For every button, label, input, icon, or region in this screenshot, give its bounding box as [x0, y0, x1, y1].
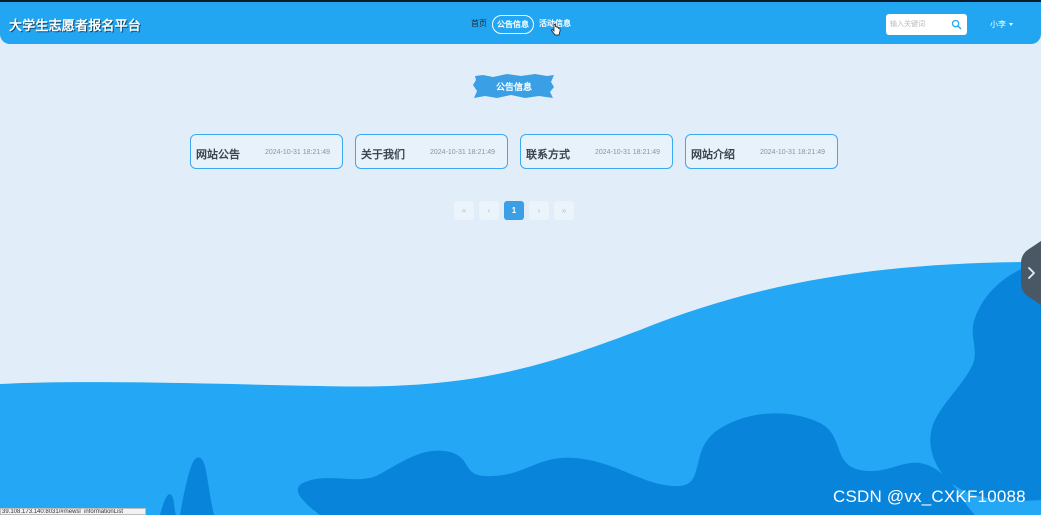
search-icon[interactable]	[951, 19, 962, 30]
user-name: 小李	[990, 20, 1006, 29]
side-expand-tab[interactable]	[1021, 241, 1041, 305]
card-item[interactable]: 联系方式 2024-10-31 18:21:49	[520, 134, 673, 169]
prev-page-button[interactable]: ‹	[479, 201, 499, 220]
section-title-banner: 公告信息	[473, 73, 555, 99]
card-date: 2024-10-31 18:21:49	[265, 149, 330, 156]
hand-cursor-icon	[551, 24, 561, 36]
site-title[interactable]: 大学生志愿者报名平台	[9, 15, 141, 34]
card-title: 网站介绍	[691, 149, 735, 161]
nav-item-announcements[interactable]: 公告信息	[492, 14, 534, 34]
user-menu[interactable]: 小李	[990, 19, 1013, 30]
card-date: 2024-10-31 18:21:49	[760, 149, 825, 156]
card-title: 网站公告	[196, 149, 240, 161]
card-item[interactable]: 网站介绍 2024-10-31 18:21:49	[685, 134, 838, 169]
card-title: 联系方式	[526, 149, 570, 161]
top-navbar: 大学生志愿者报名平台 首页 公告信息 活动信息 小李	[0, 0, 1041, 44]
last-page-button[interactable]: »	[554, 201, 574, 220]
watermark-text: CSDN @vx_CXKF10088	[833, 487, 1026, 506]
browser-status-url: 39.108.173.140:8031/#/newsl_informationL…	[0, 508, 146, 515]
chevron-down-icon	[1009, 23, 1013, 26]
card-date: 2024-10-31 18:21:49	[595, 149, 660, 156]
card-item[interactable]: 关于我们 2024-10-31 18:21:49	[355, 134, 508, 169]
first-page-button[interactable]: «	[454, 201, 474, 220]
section-title: 公告信息	[495, 81, 532, 92]
card-item[interactable]: 网站公告 2024-10-31 18:21:49	[190, 134, 343, 169]
search-input[interactable]	[890, 18, 948, 31]
next-page-button[interactable]: ›	[529, 201, 549, 220]
page-number-button[interactable]: 1	[504, 201, 524, 220]
pagination: « ‹ 1 › »	[454, 201, 574, 220]
card-date: 2024-10-31 18:21:49	[430, 149, 495, 156]
search-box	[886, 14, 967, 35]
card-title: 关于我们	[361, 149, 405, 161]
nav-item-home[interactable]: 首页	[466, 15, 492, 33]
